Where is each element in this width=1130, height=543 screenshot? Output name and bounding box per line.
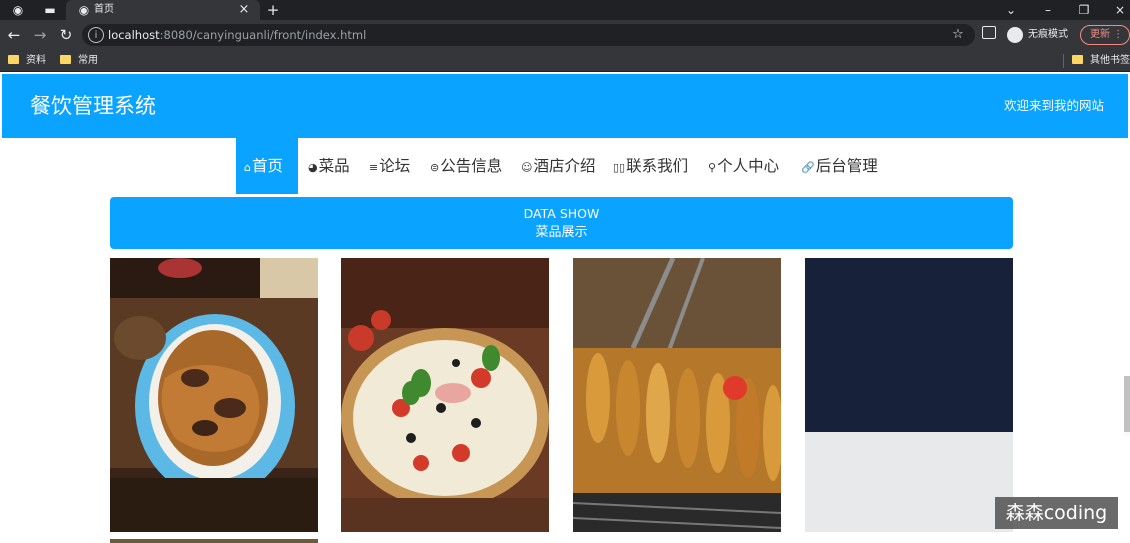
user-icon: ⚲ [708,161,717,174]
page-scrollbar[interactable] [1124,376,1130,436]
home-icon: ⌂ [244,161,251,174]
update-button[interactable]: 更新 ⋮ [1080,25,1130,45]
folder-icon [8,55,19,64]
url-text[interactable]: localhost:8080/canyinguanli/front/index.… [108,24,366,46]
address-bar[interactable]: i localhost:8080/canyinguanli/front/inde… [82,24,975,46]
dish-card-row2-partial [110,539,318,543]
other-bookmarks[interactable]: 其他书签 [1072,53,1130,69]
site-header: 餐饮管理系统 欢迎来到我的网站 [2,74,1128,138]
tab-close-icon[interactable]: × [236,1,252,19]
dish-card-pizza[interactable] [341,258,549,532]
close-window-icon[interactable]: × [1107,0,1130,20]
incognito-icon[interactable] [1007,27,1023,43]
section-title-en: DATA SHOW [523,206,600,221]
side-panel-icon[interactable] [982,26,996,39]
bookmarks-divider [1063,54,1064,68]
browser-toolbar: ← → ↻ i localhost:8080/canyinguanli/fron… [0,20,1130,50]
folder-icon [1072,55,1083,64]
link-icon: 🔗 [801,161,815,174]
browser-tab[interactable]: ◉ 首页 × [66,0,260,20]
beef-noodles-image [110,258,318,532]
forward-icon[interactable]: → [30,25,50,45]
nav-item-hotel[interactable]: ☺酒店介绍 [521,138,595,194]
nav-item-home[interactable]: ⌂首页 [236,138,298,194]
nav-item-notice[interactable]: ⊜公告信息 [430,138,502,194]
site-title: 餐饮管理系统 [30,94,156,118]
grilled-skewers-image [573,258,781,532]
section-title-zh: 菜品展示 [535,225,588,240]
nav-item-admin[interactable]: 🔗后台管理 [801,138,878,194]
restore-icon[interactable]: ❐ [1071,0,1097,20]
notice-icon: ⊜ [430,161,440,174]
nav-item-dishes[interactable]: ◕菜品 [308,138,350,194]
nav-item-user[interactable]: ⚲个人中心 [708,138,779,194]
incognito-label: 无痕模式 [1028,29,1068,40]
minimize-icon[interactable]: – [1035,0,1061,20]
contact-icon: ▯▯ [613,161,626,174]
bookmark-folder-changyong[interactable]: 常用 [60,53,98,69]
nav-item-contact[interactable]: ▯▯联系我们 [613,138,688,194]
welcome-text: 欢迎来到我的网站 [1003,98,1104,113]
bookmark-folder-ziliao[interactable]: 资料 [8,53,46,69]
bookmark-star-icon[interactable]: ☆ [949,25,967,45]
dashboard-icon: ◕ [308,161,318,174]
hotel-icon: ☺ [521,161,533,174]
new-tab-button[interactable]: + [264,0,282,20]
browser-titlebar: ◉ ▬ ◉ 首页 × + ⌄ – ❐ × [0,0,1130,20]
reload-icon[interactable]: ↻ [56,25,76,45]
folder-icon [60,55,71,64]
browser-menu-icon[interactable]: ◉ [10,2,26,18]
nav-item-forum[interactable]: ≡论坛 [369,138,410,194]
pizza-image [341,258,549,532]
tab-search-icon[interactable]: ▬ [42,2,58,18]
bookmarks-bar: 资料 常用 其他书签 [0,50,1130,72]
back-icon[interactable]: ← [4,25,24,45]
forum-icon: ≡ [369,161,379,174]
dish-card-beef-noodles[interactable] [110,258,318,532]
section-banner: DATA SHOW 菜品展示 [110,197,1013,249]
globe-icon: ◉ [78,3,90,17]
info-icon[interactable]: i [88,27,104,43]
dish-card-grilled-skewers[interactable] [573,258,781,532]
chevron-down-icon[interactable]: ⌄ [998,0,1024,20]
tab-title: 首页 [94,4,114,15]
video-watermark: 森森coding [995,497,1118,529]
